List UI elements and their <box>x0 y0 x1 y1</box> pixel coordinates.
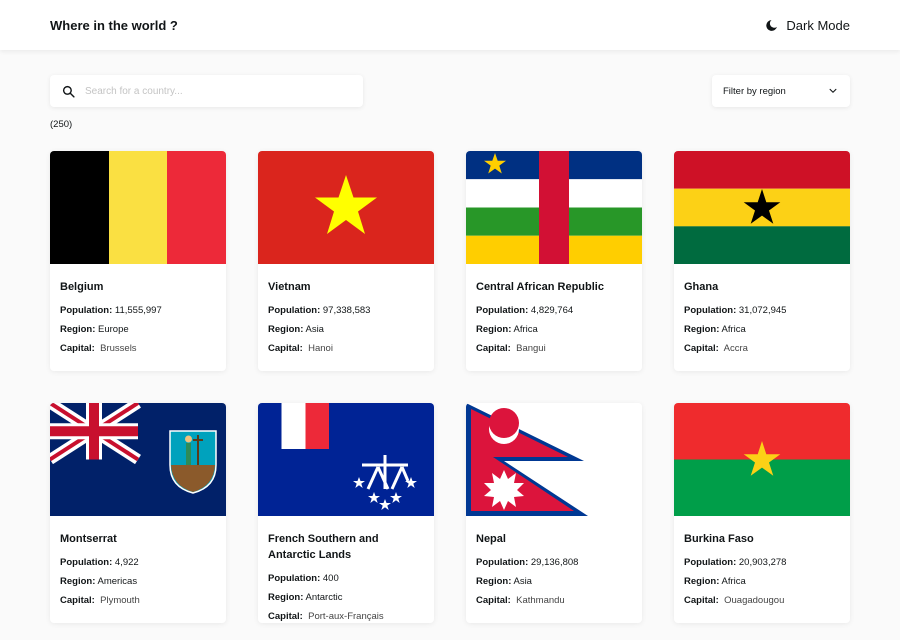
capital-value: Brussels <box>100 343 137 354</box>
region-line: Region: Africa <box>684 576 746 587</box>
region-value: Africa <box>721 576 746 587</box>
chevron-down-icon <box>829 88 837 93</box>
capital-line: Capital: Bangui <box>476 343 546 354</box>
country-card[interactable]: Belgium Population: 11,555,997 Region: E… <box>50 151 226 371</box>
result-count: (250) <box>50 119 73 130</box>
population-value: 11,555,997 <box>114 305 162 316</box>
country-card[interactable]: Nepal Population: 29,136,808 Region: Asi… <box>466 403 642 623</box>
region-line: Region: Asia <box>476 576 532 587</box>
capital-value: Plymouth <box>100 595 140 606</box>
population-value: 400 <box>322 573 339 584</box>
population-line: Population: 97,338,583 <box>268 305 371 316</box>
country-name: French Southern and Antarctic Lands <box>268 533 379 561</box>
country-card[interactable]: Vietnam Population: 97,338,583 Region: A… <box>258 151 434 371</box>
flag-ghana-image <box>674 151 850 264</box>
country-card[interactable]: French Southern and Antarctic Lands Popu… <box>258 403 434 623</box>
country-name: Ghana <box>684 281 719 293</box>
region-value: Africa <box>721 324 746 335</box>
flag-french-southern-lands-image <box>258 403 434 516</box>
country-grid: Belgium Population: 11,555,997 Region: E… <box>50 151 850 623</box>
population-line: Population: 29,136,808 <box>476 557 579 568</box>
capital-value: Accra <box>723 343 748 354</box>
region-filter-label: Filter by region <box>723 85 786 97</box>
population-line: Population: 4,829,764 <box>476 305 574 316</box>
region-value: Europe <box>98 324 129 335</box>
dark-mode-toggle[interactable]: Dark Mode <box>765 18 850 33</box>
population-value: 97,338,583 <box>322 305 371 316</box>
capital-line: Capital: Accra <box>684 343 748 354</box>
capital-line: Capital: Ouagadougou <box>684 595 785 606</box>
region-value: Antarctic <box>305 592 343 603</box>
population-line: Population: 11,555,997 <box>60 305 162 316</box>
population-value: 4,829,764 <box>530 305 574 316</box>
country-name: Belgium <box>60 281 104 293</box>
region-line: Region: Africa <box>684 324 746 335</box>
country-name: Central African Republic <box>476 281 604 293</box>
flag-central-african-republic-image <box>466 151 642 264</box>
capital-line: Capital: Brussels <box>60 343 137 354</box>
region-line: Region: Europe <box>60 324 129 335</box>
capital-value: Bangui <box>516 343 546 354</box>
app-title: Where in the world ? <box>50 17 178 33</box>
country-name: Vietnam <box>268 281 311 293</box>
capital-line: Capital: Plymouth <box>60 595 140 606</box>
country-card[interactable]: Ghana Population: 31,072,945 Region: Afr… <box>674 151 850 371</box>
population-value: 29,136,808 <box>530 557 579 568</box>
population-value: 31,072,945 <box>738 305 787 316</box>
population-value: 20,903,278 <box>738 557 787 568</box>
app-header: Where in the world ? Dark Mode <box>0 0 900 50</box>
capital-line: Capital: Kathmandu <box>476 595 565 606</box>
country-name: Montserrat <box>60 533 117 545</box>
region-value: Africa <box>513 324 538 335</box>
flag-nepal-image <box>466 403 642 516</box>
region-value: Asia <box>305 324 324 335</box>
region-line: Region: Americas <box>60 576 138 587</box>
country-card[interactable]: Montserrat Population: 4,922 Region: Ame… <box>50 403 226 623</box>
country-card[interactable]: Burkina Faso Population: 20,903,278 Regi… <box>674 403 850 623</box>
region-line: Region: Asia <box>268 324 324 335</box>
region-value: Asia <box>513 576 532 587</box>
dark-mode-label: Dark Mode <box>786 17 850 33</box>
flag-montserrat-image <box>50 403 226 516</box>
population-line: Population: 4,922 <box>60 557 139 568</box>
population-line: Population: 20,903,278 <box>684 557 787 568</box>
country-name: Burkina Faso <box>684 533 754 545</box>
search-box[interactable] <box>50 75 363 107</box>
moon-icon <box>766 19 778 31</box>
flag-belgium-image <box>50 151 226 264</box>
capital-line: Capital: Hanoi <box>268 343 333 354</box>
capital-value: Kathmandu <box>516 595 565 606</box>
region-line: Region: Antarctic <box>268 592 343 603</box>
region-value: Americas <box>97 576 138 587</box>
flag-burkina-faso-image <box>674 403 850 516</box>
population-line: Population: 400 <box>268 573 339 584</box>
flag-vietnam-image <box>258 151 434 264</box>
region-filter-select[interactable]: Filter by region <box>712 75 850 107</box>
capital-value: Hanoi <box>308 343 333 354</box>
search-input[interactable] <box>85 85 345 97</box>
capital-line: Capital: Port-aux-Français <box>268 611 384 622</box>
search-icon <box>62 85 75 98</box>
region-line: Region: Africa <box>476 324 538 335</box>
country-card[interactable]: Central African Republic Population: 4,8… <box>466 151 642 371</box>
capital-value: Ouagadougou <box>724 595 785 606</box>
capital-value: Port-aux-Français <box>308 611 384 622</box>
country-name: Nepal <box>476 533 506 545</box>
population-value: 4,922 <box>114 557 139 568</box>
population-line: Population: 31,072,945 <box>684 305 787 316</box>
